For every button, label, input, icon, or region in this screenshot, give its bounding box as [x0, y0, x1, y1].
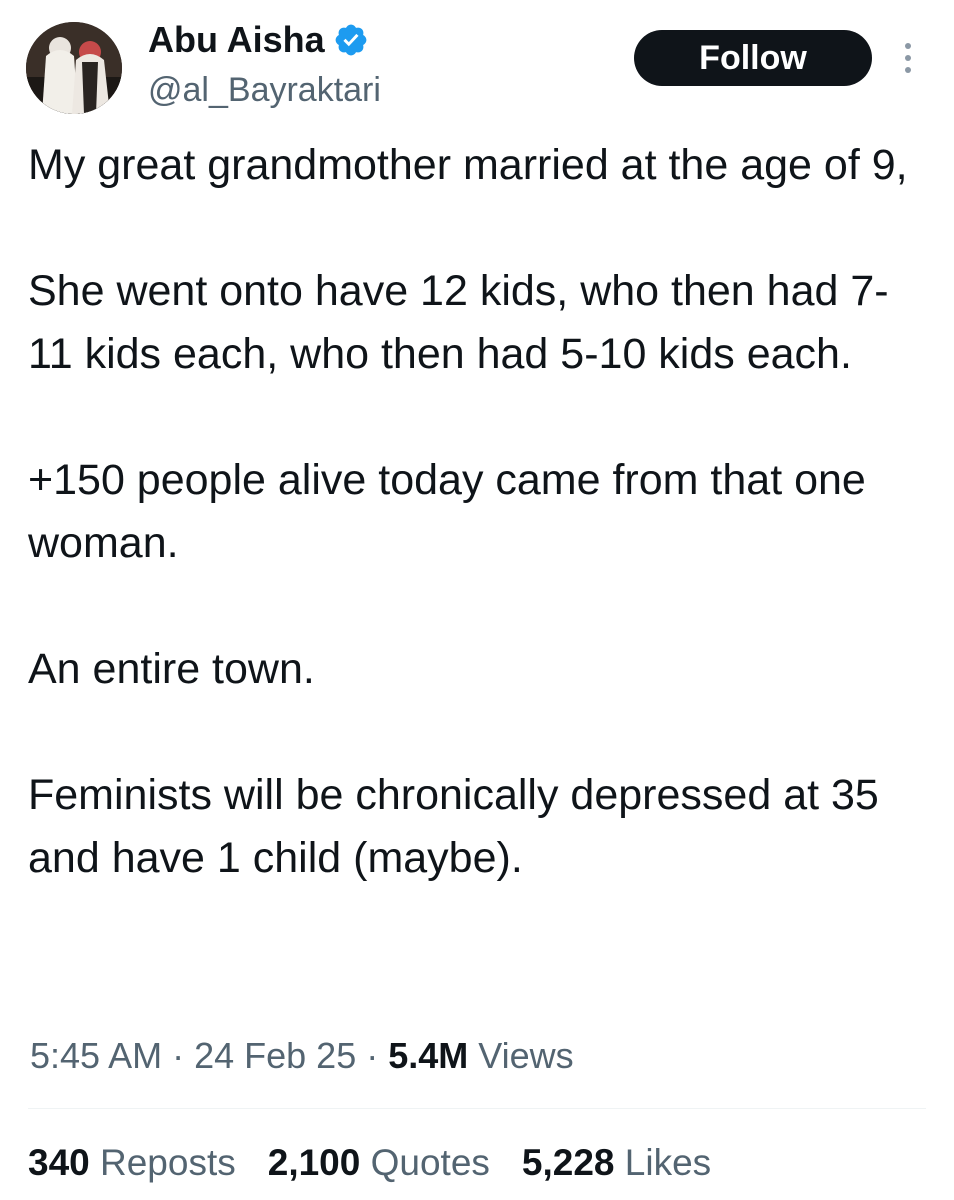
tweet-time[interactable]: 5:45 AM: [30, 1035, 162, 1076]
reposts-stat[interactable]: 340 Reposts: [28, 1140, 236, 1186]
follow-button[interactable]: Follow: [634, 30, 872, 86]
quotes-count: 2,100: [267, 1142, 361, 1183]
reposts-label: Reposts: [89, 1142, 236, 1183]
likes-count: 5,228: [521, 1142, 615, 1183]
avatar[interactable]: [26, 22, 122, 114]
meta-separator: ·: [356, 1035, 389, 1076]
tweet-paragraph: She went onto have 12 kids, who then had…: [28, 267, 889, 378]
quotes-label: Quotes: [360, 1142, 490, 1183]
avatar-image: [26, 22, 122, 114]
tweet-paragraph: +150 people alive today came from that o…: [28, 456, 866, 567]
likes-stat[interactable]: 5,228 Likes: [522, 1140, 711, 1186]
views-count: 5.4M: [388, 1035, 469, 1076]
meta-separator: ·: [162, 1035, 195, 1076]
engagement-stats: 340 Reposts 2,100 Quotes 5,228 Likes: [28, 1140, 711, 1186]
author-name-row: Abu Aisha: [148, 20, 369, 60]
tweet-text: My great grandmother married at the age …: [28, 134, 928, 890]
tweet-paragraph: Feminists will be chronically depressed …: [28, 771, 879, 882]
verified-badge-icon: [335, 24, 367, 56]
tweet-paragraph: My great grandmother married at the age …: [28, 141, 908, 189]
quotes-stat[interactable]: 2,100 Quotes: [268, 1140, 490, 1186]
tweet-paragraph: An entire town.: [28, 645, 315, 693]
display-name[interactable]: Abu Aisha: [148, 20, 325, 60]
tweet-meta: 5:45 AM · 24 Feb 25 · 5.4M Views: [30, 1034, 574, 1078]
divider: [28, 1108, 926, 1109]
likes-label: Likes: [614, 1142, 712, 1183]
more-vertical-icon[interactable]: [898, 40, 918, 76]
tweet-date[interactable]: 24 Feb 25: [194, 1035, 356, 1076]
views-label: Views: [468, 1035, 574, 1076]
reposts-count: 340: [28, 1142, 90, 1183]
user-handle[interactable]: @al_Bayraktari: [148, 70, 381, 110]
